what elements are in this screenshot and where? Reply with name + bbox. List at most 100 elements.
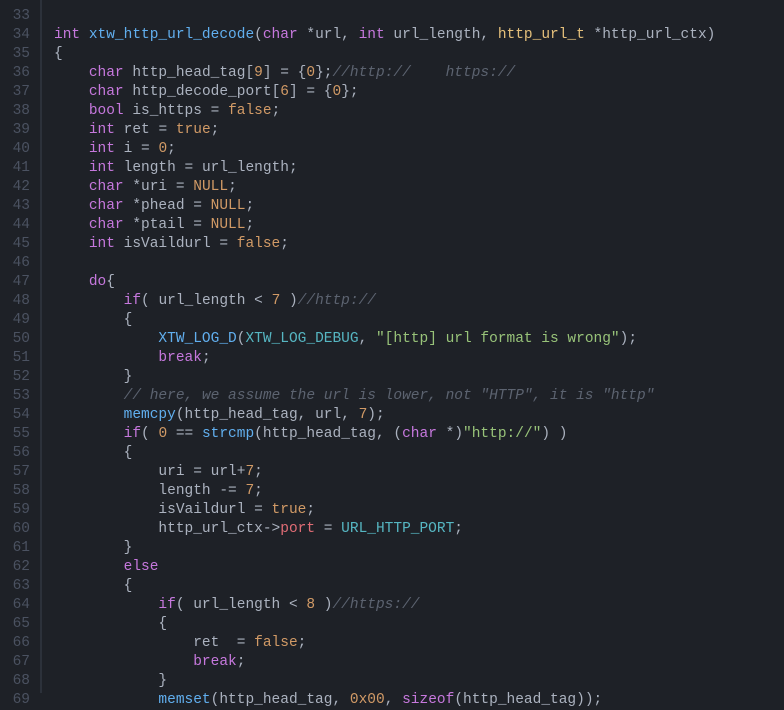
code-line[interactable]: char http_decode_port[6] = {0}; [54,83,784,102]
token-num: 7 [359,407,368,423]
token-op: * [132,217,141,233]
code-line[interactable]: if( url_length < 8 )//https:// [54,596,784,615]
code-line[interactable]: char http_head_tag[9] = {0};//http:// ht… [54,64,784,83]
token-fn: strcmp [202,426,254,442]
token-op: * [132,179,141,195]
code-line[interactable]: http_url_ctx->port = URL_HTTP_PORT; [54,520,784,539]
code-line[interactable]: } [54,672,784,691]
token-punc: ; [254,464,263,480]
code-line[interactable]: { [54,444,784,463]
token-op: -= [219,483,236,499]
token-cmt: // here, we assume the url is lower, not… [124,388,655,404]
token-fn: memset [158,692,210,708]
token-whitespace [54,692,158,708]
token-op: = [219,236,228,252]
code-area[interactable]: int xtw_http_url_decode(char *url, int u… [42,0,784,693]
code-line[interactable]: length -= 7; [54,482,784,501]
code-line[interactable] [54,254,784,273]
line-number: 50 [0,330,30,349]
token-type: char [89,198,124,214]
code-line[interactable]: { [54,45,784,64]
token-punc: ( [141,426,158,442]
code-line[interactable]: if( 0 == strcmp(http_head_tag, (char *)"… [54,425,784,444]
token-punc: ); [367,407,384,423]
token-bool: true [272,502,307,518]
token-whitespace [54,445,124,461]
token-var: ret [124,122,150,138]
code-line[interactable]: bool is_https = false; [54,102,784,121]
token-kw: if [124,426,141,442]
token-whitespace [54,160,89,176]
token-kw: break [193,654,237,670]
token-whitespace [245,293,254,309]
token-num: 0x00 [350,692,385,708]
code-line[interactable]: if( url_length < 7 )//http:// [54,292,784,311]
line-number: 41 [0,159,30,178]
token-punc: ( [141,293,158,309]
line-number: 60 [0,520,30,539]
code-line[interactable]: int i = 0; [54,140,784,159]
token-whitespace [115,160,124,176]
code-editor[interactable]: 3334353637383940414243444546474849505152… [0,0,784,693]
code-line[interactable]: memset(http_head_tag, 0x00, sizeof(http_… [54,691,784,710]
token-whitespace [332,521,341,537]
code-line[interactable]: int ret = true; [54,121,784,140]
code-line[interactable]: else [54,558,784,577]
token-whitespace [167,179,176,195]
token-kw: if [158,597,175,613]
token-whitespace [115,236,124,252]
token-op: = [254,502,263,518]
token-whitespace [228,236,237,252]
code-line[interactable]: } [54,368,784,387]
token-punc: , [385,692,402,708]
code-line[interactable]: uri = url+7; [54,463,784,482]
token-null: NULL [211,198,246,214]
token-whitespace [315,521,324,537]
code-line[interactable]: { [54,615,784,634]
token-var: uri [158,464,184,480]
token-fn: XTW_LOG_D [158,331,236,347]
token-punc: ) ) [541,426,567,442]
token-null: NULL [193,179,228,195]
token-prop: port [280,521,315,537]
token-punc: { [124,445,133,461]
code-line[interactable]: isVaildurl = true; [54,501,784,520]
line-number: 59 [0,501,30,520]
code-line[interactable]: int xtw_http_url_decode(char *url, int u… [54,26,784,45]
token-type: int [89,141,115,157]
code-line[interactable]: memcpy(http_head_tag, url, 7); [54,406,784,425]
code-line[interactable]: { [54,577,784,596]
code-line[interactable]: ret = false; [54,634,784,653]
code-line[interactable]: int isVaildurl = false; [54,235,784,254]
token-var: isVaildurl [158,502,245,518]
token-punc: ; [280,236,289,252]
code-line[interactable]: break; [54,349,784,368]
token-var: uri [141,179,167,195]
line-number: 66 [0,634,30,653]
token-cmt: //https:// [332,597,419,613]
token-punc: ; [211,122,220,138]
token-type: int [54,27,80,43]
code-line[interactable]: break; [54,653,784,672]
token-str: "http://" [463,426,541,442]
token-macro: URL_HTTP_PORT [341,521,454,537]
code-line[interactable]: int length = url_length; [54,159,784,178]
code-line[interactable]: char *ptail = NULL; [54,216,784,235]
token-whitespace [54,331,158,347]
token-whitespace [54,426,124,442]
token-usertype: http_url_t [498,27,585,43]
code-line[interactable] [54,7,784,26]
code-line[interactable]: XTW_LOG_D(XTW_LOG_DEBUG, "[http] url for… [54,330,784,349]
code-line[interactable]: } [54,539,784,558]
code-line[interactable]: do{ [54,273,784,292]
code-line[interactable]: char *phead = NULL; [54,197,784,216]
token-op: < [289,597,298,613]
token-whitespace [54,407,124,423]
token-whitespace [54,559,124,575]
token-type: int [359,27,385,43]
code-line[interactable]: char *uri = NULL; [54,178,784,197]
token-punc: , [341,407,358,423]
code-line[interactable]: { [54,311,784,330]
line-number: 65 [0,615,30,634]
code-line[interactable]: // here, we assume the url is lower, not… [54,387,784,406]
